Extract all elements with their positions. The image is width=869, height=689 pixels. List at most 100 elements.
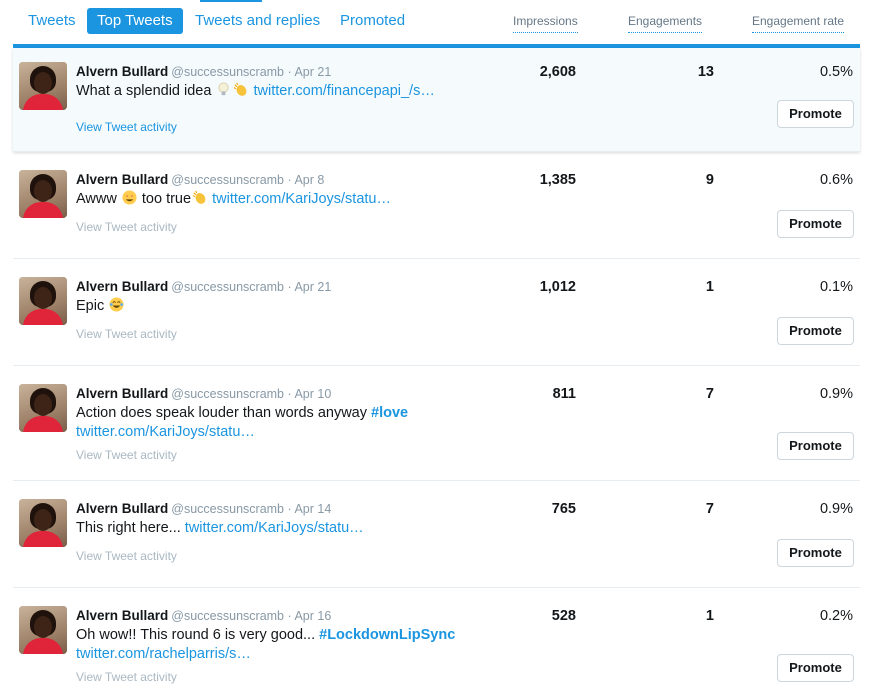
avatar[interactable] (19, 170, 67, 218)
view-tweet-activity-link[interactable]: View Tweet activity (76, 448, 177, 462)
hashtag-link[interactable]: #love (371, 405, 408, 421)
engagement-rate-value: 0.6% (819, 172, 853, 188)
tweet-row: Alvern Bullard @successunscramb · Apr 8 Aw… (13, 152, 860, 259)
promote-button[interactable]: Promote (777, 539, 854, 567)
impressions-header[interactable]: Impressions (513, 14, 578, 33)
engagement-rate-value: 0.5% (819, 64, 853, 80)
heart-eyes-icon (122, 190, 137, 205)
view-tweet-activity-link[interactable]: View Tweet activity (76, 120, 177, 134)
tab-tweets-and-replies[interactable]: Tweets and replies (185, 8, 330, 34)
impressions-value: 765 (551, 501, 576, 517)
tweet-date[interactable]: Apr 10 (294, 387, 331, 401)
separator-dot: · (284, 280, 295, 294)
tweet-url-link[interactable]: twitter.com/KariJoys/statu… (185, 520, 364, 536)
engagements-value: 7 (705, 501, 714, 517)
clapping-hands-icon (192, 190, 207, 205)
author-name[interactable]: Alvern Bullard (76, 279, 168, 294)
avatar[interactable] (19, 277, 67, 325)
tweet-text: This right here... twitter.com/KariJoys/… (76, 519, 496, 538)
author-handle[interactable]: @successunscramb (171, 65, 284, 79)
engagement-rate-value: 0.9% (819, 501, 853, 517)
tweet-row: Alvern Bullard @successunscramb · Apr 10 A… (13, 366, 860, 481)
avatar[interactable] (19, 499, 67, 547)
tweet-row: Alvern Bullard @successunscramb · Apr 21 W… (13, 48, 860, 152)
tweet-url-link[interactable]: twitter.com/financepapi_/s… (253, 83, 434, 99)
tweet-meta: @successunscramb · Apr 8 (171, 173, 324, 187)
tweet-date[interactable]: Apr 21 (294, 280, 331, 294)
engagement-rate-value: 0.2% (819, 608, 853, 624)
view-tweet-activity-link[interactable]: View Tweet activity (76, 327, 177, 341)
author-name[interactable]: Alvern Bullard (76, 64, 168, 79)
author-handle[interactable]: @successunscramb (171, 609, 284, 623)
author-handle[interactable]: @successunscramb (171, 502, 284, 516)
tweet-text-body: Awww (76, 191, 117, 207)
impressions-value: 528 (551, 608, 576, 624)
impressions-value: 1,385 (539, 172, 576, 188)
tweet-header: Alvern Bullard @successunscramb · Apr 8 (76, 172, 324, 187)
tweet-url-link[interactable]: twitter.com/rachelparris/s… (76, 646, 251, 662)
author-name[interactable]: Alvern Bullard (76, 386, 168, 401)
promote-button[interactable]: Promote (777, 210, 854, 238)
tweet-text: Oh wow!! This round 6 is very good... #L… (76, 626, 496, 664)
tweet-row: Alvern Bullard @successunscramb · Apr 21 E… (13, 259, 860, 366)
tweet-date[interactable]: Apr 14 (294, 502, 331, 516)
engagement-rate-value: 0.9% (819, 386, 853, 402)
tweet-row: Alvern Bullard @successunscramb · Apr 16 O… (13, 588, 860, 689)
tweet-header: Alvern Bullard @successunscramb · Apr 14 (76, 501, 331, 516)
avatar[interactable] (19, 384, 67, 432)
clapping-hands-icon (233, 82, 248, 97)
tab-promoted[interactable]: Promoted (330, 8, 415, 34)
impressions-value: 1,012 (539, 279, 576, 295)
separator-dot: · (284, 387, 295, 401)
separator-dot: · (284, 65, 295, 79)
engagements-value: 1 (705, 608, 714, 624)
tweet-text-body: This right here... (76, 520, 181, 536)
author-name[interactable]: Alvern Bullard (76, 172, 168, 187)
view-tweet-activity-link[interactable]: View Tweet activity (76, 670, 177, 684)
tweet-meta: @successunscramb · Apr 21 (171, 280, 331, 294)
tweet-text-body: What a splendid idea (76, 83, 212, 99)
tweet-header: Alvern Bullard @successunscramb · Apr 21 (76, 279, 331, 294)
tweet-meta: @successunscramb · Apr 10 (171, 387, 331, 401)
promote-button[interactable]: Promote (777, 317, 854, 345)
tweet-meta: @successunscramb · Apr 16 (171, 609, 331, 623)
promote-button[interactable]: Promote (777, 654, 854, 682)
tweet-header: Alvern Bullard @successunscramb · Apr 21 (76, 64, 331, 79)
tears-of-joy-icon (109, 297, 124, 312)
tabs-bar: Tweets Top Tweets Tweets and replies Pro… (0, 0, 869, 44)
author-name[interactable]: Alvern Bullard (76, 501, 168, 516)
separator-dot: · (284, 609, 295, 623)
tweet-text-continued: too true (141, 191, 192, 207)
tweet-url-link[interactable]: twitter.com/KariJoys/statu… (76, 424, 255, 440)
promote-button[interactable]: Promote (777, 432, 854, 460)
separator-dot: · (284, 502, 295, 516)
view-tweet-activity-link[interactable]: View Tweet activity (76, 549, 177, 563)
tweet-text: Awww too true twitter.com/KariJoys/statu… (76, 190, 496, 209)
tab-top-tweets[interactable]: Top Tweets (87, 8, 183, 34)
avatar[interactable] (19, 606, 67, 654)
tweet-header: Alvern Bullard @successunscramb · Apr 16 (76, 608, 331, 623)
tab-tweets[interactable]: Tweets (18, 8, 86, 34)
tweet-text: Action does speak louder than words anyw… (76, 404, 496, 442)
engagement-rate-header[interactable]: Engagement rate (752, 14, 845, 33)
author-name[interactable]: Alvern Bullard (76, 608, 168, 623)
author-handle[interactable]: @successunscramb (171, 173, 284, 187)
promote-button[interactable]: Promote (777, 100, 854, 128)
engagements-header[interactable]: Engagements (628, 14, 703, 33)
tweet-text-body: Oh wow!! This round 6 is very good... (76, 627, 316, 643)
tweet-text-body: Action does speak louder than words anyw… (76, 405, 367, 421)
tweet-meta: @successunscramb · Apr 14 (171, 502, 331, 516)
engagements-value: 7 (705, 386, 714, 402)
tweet-meta: @successunscramb · Apr 21 (171, 65, 331, 79)
avatar[interactable] (19, 62, 67, 110)
tab-indicator (200, 0, 262, 2)
hashtag-link[interactable]: #LockdownLipSync (319, 627, 455, 643)
tweet-date[interactable]: Apr 8 (294, 173, 324, 187)
tweet-date[interactable]: Apr 16 (294, 609, 331, 623)
view-tweet-activity-link[interactable]: View Tweet activity (76, 220, 177, 234)
tweet-date[interactable]: Apr 21 (294, 65, 331, 79)
tweet-text-body: Epic (76, 298, 105, 314)
author-handle[interactable]: @successunscramb (171, 387, 284, 401)
author-handle[interactable]: @successunscramb (171, 280, 284, 294)
tweet-url-link[interactable]: twitter.com/KariJoys/statu… (212, 191, 391, 207)
